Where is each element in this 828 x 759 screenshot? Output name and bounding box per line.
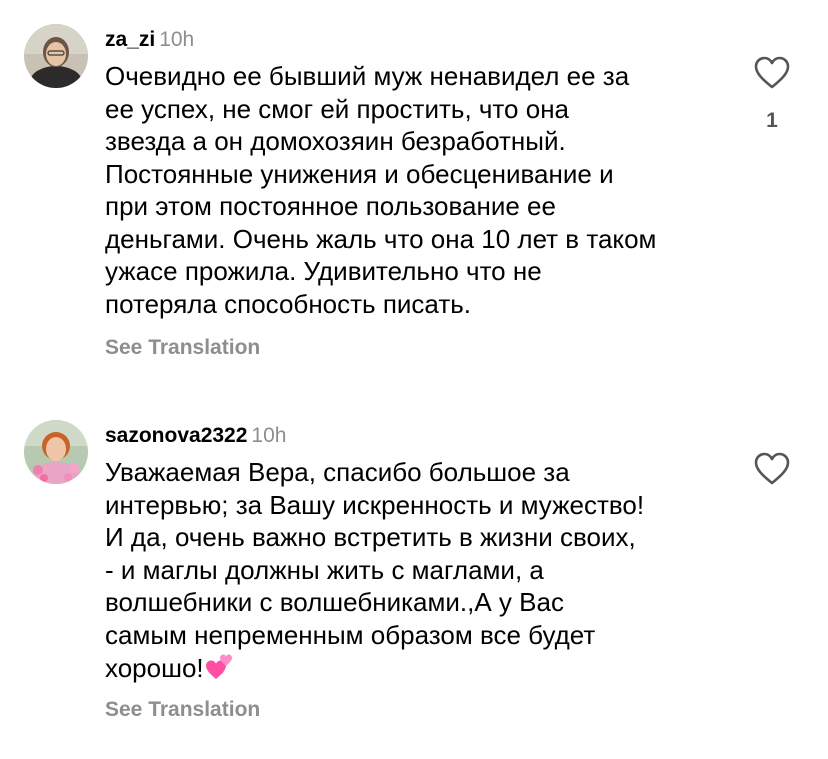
like-button[interactable] — [754, 56, 790, 90]
comment-text: Уважаемая Вера, спасибо большое за интер… — [105, 456, 745, 689]
like-button[interactable] — [754, 452, 790, 486]
heart-outline-icon — [754, 56, 790, 89]
see-translation-button[interactable]: See Translation — [105, 334, 260, 362]
username[interactable]: za_zi — [105, 28, 155, 51]
timestamp: 10h — [251, 424, 287, 447]
see-translation-button[interactable]: See Translation — [105, 696, 260, 724]
heart-outline-icon — [754, 452, 790, 485]
user-avatar[interactable] — [24, 420, 88, 484]
two-hearts-emoji — [205, 651, 235, 689]
comment-meta: sazonova2322 10h — [105, 422, 286, 450]
timestamp: 10h — [159, 28, 195, 51]
comment-meta: za_zi 10h — [105, 26, 194, 54]
like-count: 1 — [766, 109, 778, 132]
user-avatar[interactable] — [24, 24, 88, 88]
username[interactable]: sazonova2322 — [105, 424, 247, 447]
comment-text-body: Уважаемая Вера, спасибо большое за интер… — [105, 457, 645, 683]
comment-text: Очевидно ее бывший муж ненавидел ее за е… — [105, 61, 657, 319]
